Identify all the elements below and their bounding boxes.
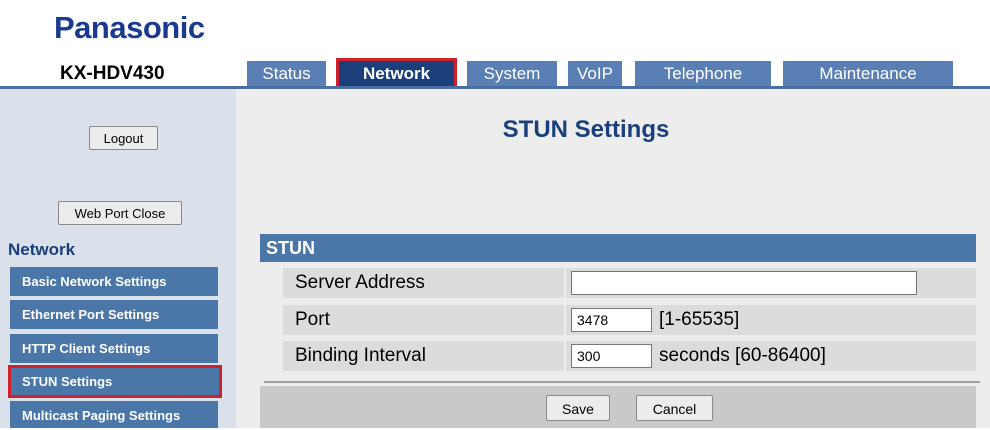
form-footer — [260, 386, 976, 428]
sidebar-item-stun-settings[interactable]: STUN Settings — [8, 365, 222, 398]
tab-status[interactable]: Status — [247, 61, 326, 86]
sidebar-item-ethernet-port-settings[interactable]: Ethernet Port Settings — [10, 300, 218, 329]
port-input[interactable]: 3478 — [571, 308, 652, 332]
tab-maintenance[interactable]: Maintenance — [783, 61, 953, 86]
sidebar-item-http-client-settings[interactable]: HTTP Client Settings — [10, 334, 218, 363]
binding-interval-hint: seconds [60-86400] — [659, 345, 826, 366]
section-header-stun: STUN — [260, 234, 976, 262]
web-port-close-button[interactable]: Web Port Close — [58, 201, 182, 225]
server-address-label: Server Address — [283, 268, 564, 298]
port-label: Port — [283, 305, 564, 335]
logout-button[interactable]: Logout — [89, 126, 158, 150]
port-range-hint: [1-65535] — [659, 309, 740, 330]
binding-interval-input[interactable]: 300 — [571, 344, 652, 368]
sidebar-item-basic-network-settings[interactable]: Basic Network Settings — [10, 267, 218, 296]
tab-telephone[interactable]: Telephone — [635, 61, 771, 86]
model-name: KX-HDV430 — [60, 63, 165, 84]
tab-network[interactable]: Network — [336, 58, 457, 89]
binding-interval-label: Binding Interval — [283, 341, 564, 371]
cancel-button[interactable]: Cancel — [636, 395, 713, 421]
sidebar-section-title: Network — [8, 240, 76, 259]
tab-system[interactable]: System — [467, 61, 557, 86]
sidebar-item-multicast-paging-settings[interactable]: Multicast Paging Settings — [10, 401, 218, 428]
panasonic-logo: Panasonic — [54, 10, 205, 45]
form-divider — [264, 381, 980, 383]
page-title: STUN Settings — [502, 116, 670, 143]
save-button[interactable]: Save — [546, 395, 610, 421]
server-address-input[interactable] — [571, 271, 917, 295]
tab-voip[interactable]: VoIP — [568, 61, 622, 86]
